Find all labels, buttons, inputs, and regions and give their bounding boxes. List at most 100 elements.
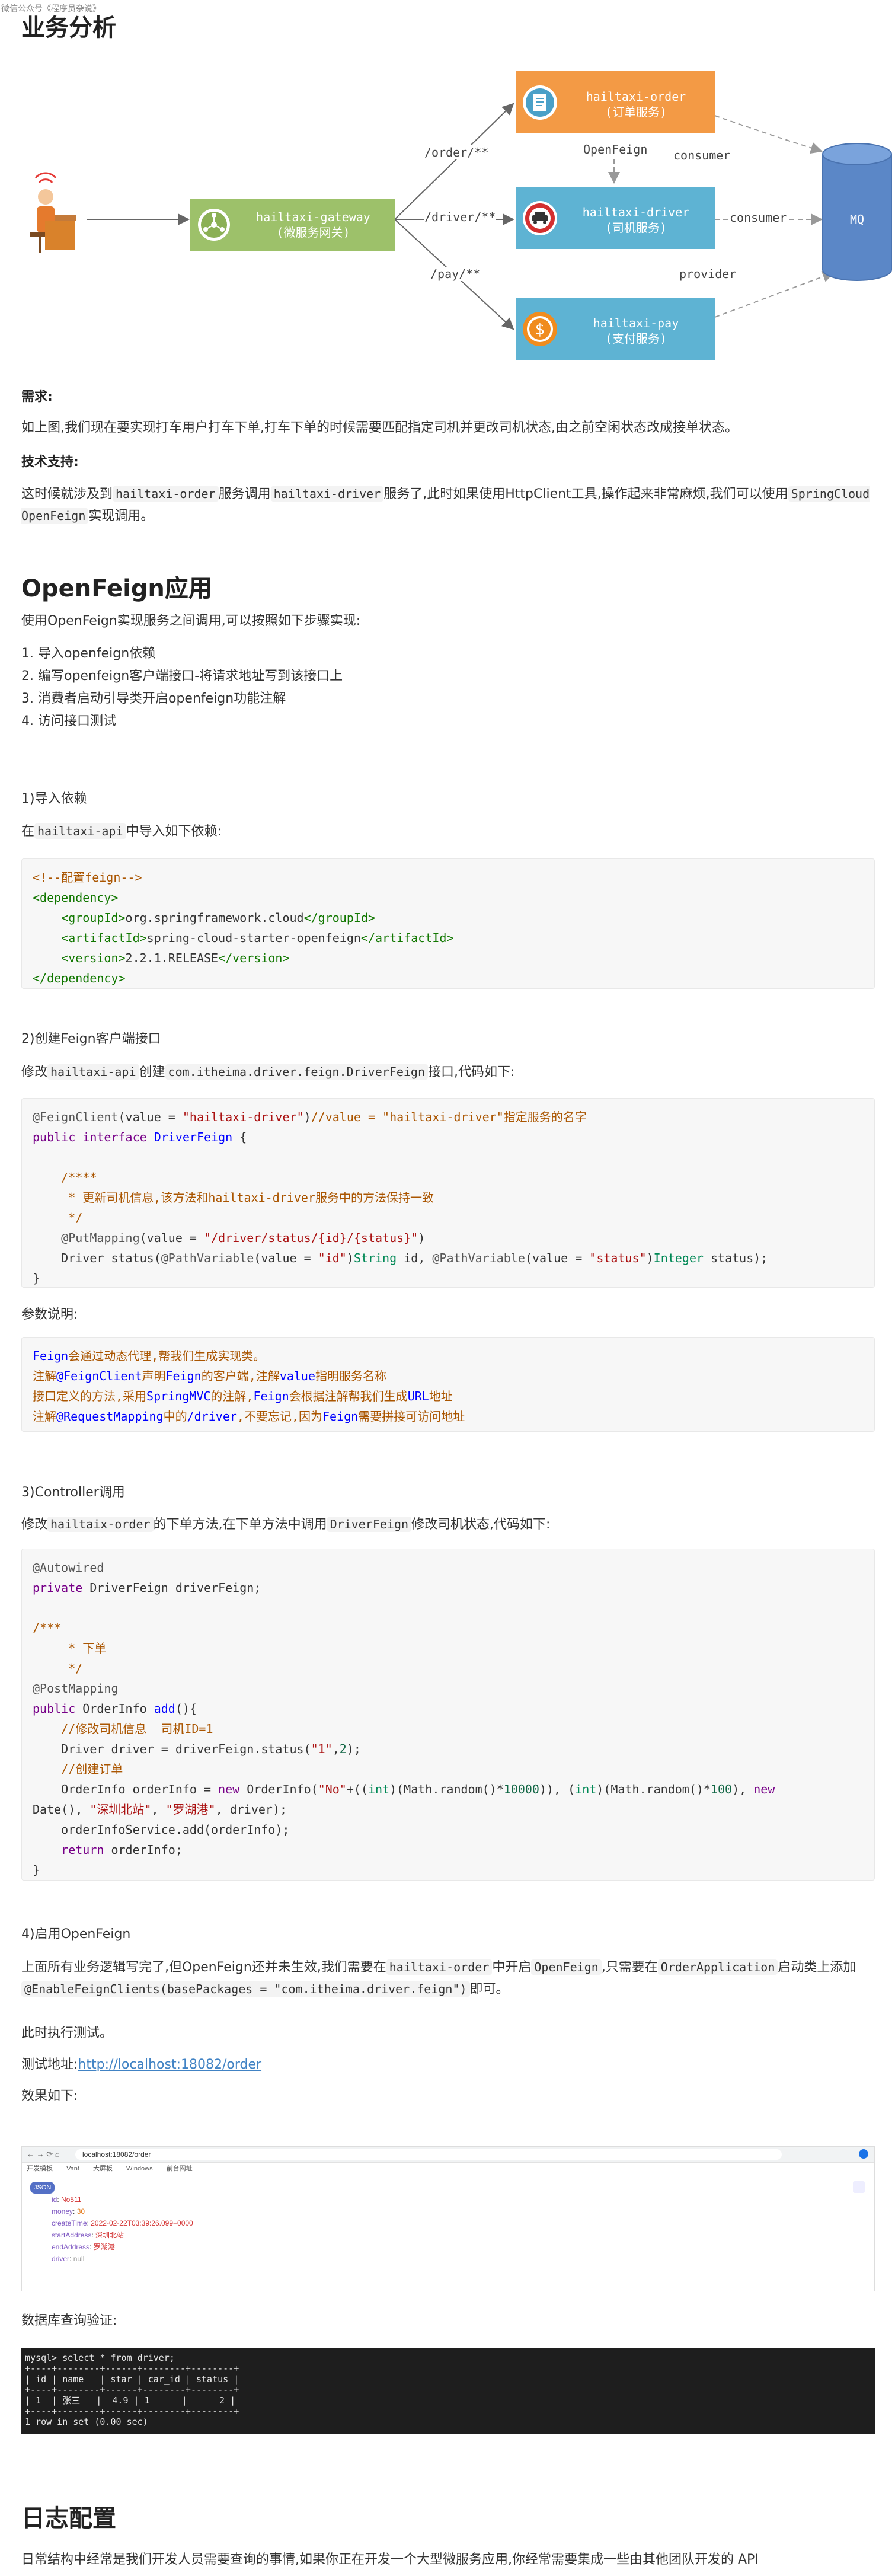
step3-title: 3)Controller调用 [21, 1485, 125, 1500]
viewer-toggle-icon[interactable] [853, 2181, 865, 2193]
order-service-node: hailtaxi-order (订单服务) [516, 71, 715, 133]
car-icon [523, 201, 557, 235]
bookmark-item[interactable]: 大屏板 [93, 2165, 113, 2172]
inline-code-driver: hailtaxi-driver [270, 486, 384, 502]
json-field: endAddress: 罗湖港 [52, 2243, 115, 2251]
tech-heading: 技术支持: [21, 455, 79, 470]
step2-text: 修改 hailtaxi-api 创建 com.itheima.driver.feign… [21, 1061, 875, 1083]
json-key: createTime [52, 2219, 87, 2227]
text-part: 修改 [21, 1065, 48, 1080]
code-block-driverfeign: @FeignClient(value = "hailtaxi-driver")/… [21, 1098, 875, 1288]
json-badge[interactable]: JSON [30, 2182, 55, 2194]
terminal-line: mysql> select * from driver; [25, 2352, 175, 2363]
edge-label-order: /order/** [424, 145, 489, 159]
edge-label-consumer-driver: consumer [730, 210, 787, 225]
db-label: 数据库查询验证: [21, 2313, 117, 2328]
terminal-line: +----+--------+------+--------+--------+ [25, 2406, 239, 2417]
json-key: endAddress [52, 2243, 90, 2251]
need-heading: 需求: [21, 390, 53, 404]
order-service-sub: (订单服务) [605, 105, 667, 119]
terminal-line: +----+--------+------+--------+--------+ [25, 2385, 239, 2395]
steps-list: 导入openfeign依赖 编写openfeign客户端接口-将请求地址写到该接… [21, 643, 875, 733]
params-title: 参数说明: [21, 1307, 78, 1322]
tech-text-part: 实现调用。 [88, 509, 154, 524]
step-item: 编写openfeign客户端接口-将请求地址写到该接口上 [38, 665, 875, 688]
inline-code-openfeign: OpenFeign [531, 1959, 602, 1975]
json-value: null [73, 2255, 85, 2263]
json-key: startAddress [52, 2231, 92, 2239]
json-field: driver: null [52, 2255, 85, 2263]
section-title-business: 业务分析 [21, 14, 116, 42]
text-part: 中导入如下依赖: [126, 824, 222, 839]
profile-avatar[interactable] [859, 2149, 868, 2159]
terminal-line: | 1 | 张三 | 4.9 | 1 | 2 | [25, 2395, 236, 2406]
json-value: 2022-02-22T03:39:26.099+0000 [91, 2219, 193, 2227]
test-address: 测试地址:http://localhost:18082/order [21, 2054, 875, 2076]
step-item: 访问接口测试 [38, 710, 875, 733]
terminal-line: +----+--------+------+--------+--------+ [25, 2363, 239, 2374]
pay-service-node: hailtaxi-pay (支付服务) $ [516, 298, 715, 360]
text-part: 修改司机状态,代码如下: [411, 1517, 551, 1532]
bookmark-item[interactable]: 开发模板 [27, 2165, 53, 2172]
step3-text: 修改 hailtaix-order 的下单方法,在下单方法中调用 DriverFeig… [21, 1514, 875, 1536]
bookmark-item[interactable]: Vant [66, 2165, 79, 2172]
json-key: money [52, 2207, 73, 2216]
text-part: ,只需要在 [601, 1960, 658, 1975]
svg-text:$: $ [535, 321, 545, 339]
json-field: createTime: 2022-02-22T03:39:26.099+0000 [52, 2219, 193, 2227]
step1-title: 1)导入依赖 [21, 791, 87, 806]
inline-code-enablefeignclients: @EnableFeignClients(basePackages = "com.… [21, 1981, 470, 1997]
browser-toolbar: ← → ⟳ ⌂ localhost:18082/order [22, 2147, 874, 2163]
nav-arrows-icon[interactable]: ← → ⟳ ⌂ [27, 2150, 60, 2159]
text-part: 即可。 [469, 1982, 509, 1997]
json-value: 深圳北站 [95, 2231, 124, 2239]
json-field: money: 30 [52, 2207, 85, 2216]
architecture-diagram: hailtaxi-gateway (微服务网关) hailtaxi-order … [21, 53, 892, 385]
order-document-icon [523, 85, 557, 120]
bookmark-item[interactable]: Windows [126, 2165, 153, 2172]
text-part: 的下单方法,在下单方法中调用 [153, 1517, 327, 1532]
openfeign-intro: 使用OpenFeign实现服务之间调用,可以按照如下步骤实现: [21, 614, 361, 628]
currency-icon: $ [523, 312, 557, 346]
step2-title: 2)创建Feign客户端接口 [21, 1032, 161, 1046]
mq-label: MQ [849, 212, 865, 226]
effect-label: 效果如下: [21, 2089, 78, 2103]
inline-code-driverfeign: DriverFeign [327, 1517, 412, 1532]
gateway-hub-icon [198, 209, 230, 241]
text-part: 上面所有业务逻辑写完了,但OpenFeign还并未生效,我们需要在 [21, 1960, 386, 1975]
mysql-terminal: mysql> select * from driver; +----+------… [21, 2348, 875, 2434]
edge-label-openfeign: OpenFeign [583, 142, 648, 157]
edge-label-provider: provider [679, 267, 737, 281]
json-value: 罗湖港 [93, 2243, 115, 2251]
inline-code-hailtaxi-order: hailtaxi-order [386, 1959, 493, 1975]
json-key: driver [52, 2255, 70, 2263]
browser-screenshot: ← → ⟳ ⌂ localhost:18082/order 开发模板 Vant … [21, 2146, 875, 2291]
run-test-text: 此时执行测试。 [21, 2026, 113, 2041]
terminal-line: | id | name | star | car_id | status | [25, 2374, 239, 2385]
step-item: 消费者启动引导类开启openfeign功能注解 [38, 688, 875, 710]
code-block-controller: @Autowired private DriverFeign driverFei… [21, 1549, 875, 1881]
text-part: 中开启 [492, 1960, 532, 1975]
pay-service-name: hailtaxi-pay [593, 316, 679, 330]
edge-label-pay: /pay/** [430, 267, 481, 281]
gateway-node: hailtaxi-gateway (微服务网关) [190, 199, 395, 251]
inline-code-driverfeign-class: com.itheima.driver.feign.DriverFeign [165, 1064, 429, 1080]
tech-text: 这时候就涉及到 hailtaxi-order 服务调用 hailtaxi-driver… [21, 483, 875, 527]
text-part: 启动类上添加 [778, 1960, 856, 1975]
inline-code-order: hailtaxi-order [113, 486, 219, 502]
bookmarks-bar: 开发模板 Vant 大屏板 Windows 前台网址 [22, 2163, 874, 2175]
step-item: 导入openfeign依赖 [38, 643, 875, 665]
tech-text-part: 服务调用 [218, 487, 271, 502]
test-address-link[interactable]: http://localhost:18082/order [78, 2057, 261, 2072]
address-bar[interactable]: localhost:18082/order [75, 2149, 782, 2160]
inline-code-hailtaix-order: hailtaix-order [47, 1517, 154, 1532]
tech-text-part: 服务了,此时如果使用HttpClient工具,操作起来非常麻烦,我们可以使用 [383, 487, 788, 502]
json-key: id [52, 2195, 57, 2204]
step1-text: 在 hailtaxi-api 中导入如下依赖: [21, 821, 875, 842]
steps-list-wrap: 导入openfeign依赖 编写openfeign客户端接口-将请求地址写到该接… [21, 643, 875, 733]
section-title-openfeign: OpenFeign应用 [21, 575, 212, 602]
bookmark-item[interactable]: 前台网址 [167, 2165, 193, 2172]
driver-service-name: hailtaxi-driver [582, 205, 690, 219]
text-part: 修改 [21, 1517, 48, 1532]
test-address-label: 测试地址: [21, 2057, 78, 2072]
